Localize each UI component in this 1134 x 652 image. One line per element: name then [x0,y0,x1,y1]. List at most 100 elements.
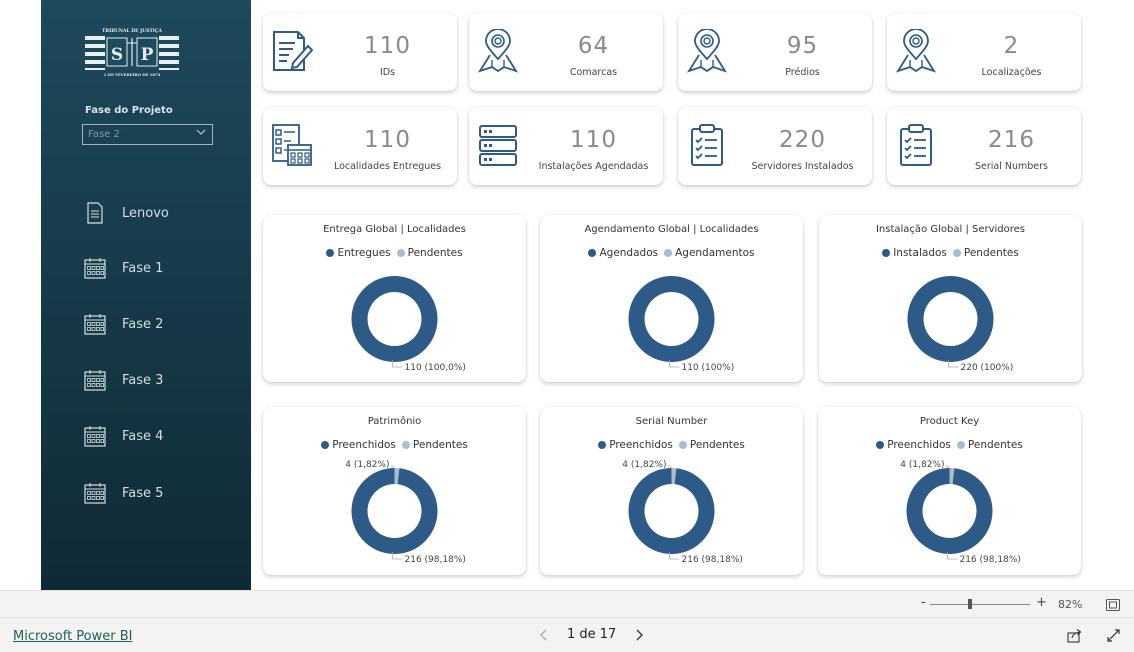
calendar-icon [83,368,107,392]
donut-chart-card[interactable]: Instalação Global | Servidores Instalado… [819,215,1082,382]
donut-slice-primary [628,276,715,362]
zoom-out-button[interactable]: - [921,595,926,610]
fit-to-page-icon[interactable] [1106,599,1120,611]
kpi-card: 110 Instalações Agendadas [469,107,663,185]
chevron-down-icon [196,129,206,135]
share-icon[interactable] [1067,628,1082,643]
zoom-slider-track[interactable] [930,604,1030,605]
page-navigator: 1 de 17 [537,627,646,642]
zoom-slider-thumb[interactable] [968,599,972,609]
kpi-card: 95 Prédios [678,13,872,91]
previous-page-icon[interactable] [537,628,551,642]
calendar-icon [83,312,107,336]
server-icon [477,123,519,167]
map-pin-icon [477,28,519,73]
form-edit-icon [271,29,314,73]
kpi-label: Localizações [981,67,1042,78]
donut-data-label-primary: 220 (100%) [961,363,1014,373]
kpi-value: 220 [779,127,826,153]
kpi-value: 216 [988,127,1035,153]
kpi-label: Serial Numbers [974,161,1048,172]
donut-data-label-secondary: 4 (1,82%) [900,460,944,470]
tjsp-logo: TRIBUNAL DE JUSTIÇA S P 1 DE FEVEREIRO D… [85,28,179,77]
svg-text:TRIBUNAL DE JUSTIÇA: TRIBUNAL DE JUSTIÇA [102,28,162,34]
phase-filter-label: Fase do Projeto [85,105,173,116]
donut-data-label-primary: 216 (98,18%) [960,555,1021,565]
svg-text:S: S [111,45,123,65]
donut-chart-card[interactable]: Patrimônio Preenchidos Pendentes 4 (1,82… [263,407,526,575]
nav-item-label: Fase 1 [122,260,164,276]
donut-slice-primary [351,468,438,554]
kpi-value: 110 [570,127,617,153]
next-page-icon[interactable] [632,628,646,642]
donut-chart-card[interactable]: Serial Number Preenchidos Pendentes 4 (1… [540,407,803,575]
nav-item-label: Lenovo [122,205,169,221]
donut-data-label-secondary: 4 (1,82%) [622,460,666,470]
donut-data-label-primary: 110 (100,0%) [405,363,466,373]
donut-chart: 110 (100%) [628,276,735,373]
donut-slice-primary [906,468,993,554]
donut-chart-card[interactable]: Entrega Global | Localidades Entregues P… [263,215,526,382]
donut-chart: 220 (100%) [907,276,1014,373]
nav-item-label: Fase 2 [122,316,164,332]
kpi-value: 110 [364,127,411,153]
zoom-in-button[interactable]: + [1036,595,1047,610]
kpi-label: Servidores Instalados [751,161,854,172]
kpi-value: 110 [364,33,411,59]
donut-data-label-secondary: 4 (1,82%) [345,460,389,470]
clipboard-icon [895,123,937,167]
calendar-icon [83,481,107,505]
kpi-card: 110 IDs [263,13,457,91]
donut-chart-card[interactable]: Agendamento Global | Localidades Agendad… [540,215,803,382]
donut-chart: 4 (1,82%) 216 (98,18%) [622,460,743,565]
nav-item-fase-3[interactable]: Fase 3 [83,366,243,394]
map-pin-icon [895,28,937,73]
donut-chart: 110 (100,0%) [351,276,466,373]
nav-item-fase-5[interactable]: Fase 5 [83,479,243,507]
donut-data-label-primary: 216 (98,18%) [682,555,743,565]
kpi-value: 95 [786,33,819,59]
document-icon [83,201,107,225]
donut-chart: 4 (1,82%) 216 (98,18%) [345,460,466,565]
donut-data-label-primary: 110 (100%) [682,363,735,373]
kpi-label: Localidades Entregues [333,161,442,172]
kpi-label: Comarcas [569,67,618,78]
donut-chart: 4 (1,82%) 216 (98,18%) [900,460,1021,565]
phase-dropdown-value: Fase 2 [88,129,120,140]
kpi-card: 216 Serial Numbers [887,107,1081,185]
power-bi-link[interactable]: Microsoft Power BI [13,629,132,644]
nav-item-lenovo[interactable]: Lenovo [83,199,243,227]
zoom-level: 82% [1058,598,1083,611]
kpi-label: IDs [379,67,396,78]
clipboard-icon [686,123,728,167]
svg-text:P: P [141,45,154,65]
sidebar: TRIBUNAL DE JUSTIÇA S P 1 DE FEVEREIRO D… [41,0,251,590]
calendar-icon [83,256,107,280]
phase-dropdown[interactable]: Fase 2 [82,124,213,145]
page-indicator: 1 de 17 [567,627,617,642]
donut-chart-card[interactable]: Product Key Preenchidos Pendentes 4 (1,8… [818,407,1081,575]
zoom-bar: - + 82% [0,590,1134,617]
map-pin-icon [686,28,728,73]
donut-slice-primary [907,276,994,362]
nav-item-fase-2[interactable]: Fase 2 [83,310,243,338]
nav-item-label: Fase 3 [122,372,164,388]
kpi-card: 2 Localizações [887,13,1081,91]
nav-item-label: Fase 4 [122,428,164,444]
donut-slice-primary [628,468,715,554]
nav-item-fase-4[interactable]: Fase 4 [83,422,243,450]
kpi-label: Prédios [785,67,820,78]
kpi-card: 64 Comarcas [469,13,663,91]
kpi-card: 220 Servidores Instalados [678,107,872,185]
svg-text:1 DE FEVEREIRO DE 1874: 1 DE FEVEREIRO DE 1874 [104,72,161,77]
donut-data-label-primary: 216 (98,18%) [405,555,466,565]
fullscreen-icon[interactable] [1107,629,1120,642]
kpi-value: 2 [1003,33,1020,59]
kpi-value: 64 [577,33,610,59]
nav-item-label: Fase 5 [122,485,164,501]
kpi-label: Instalações Agendadas [538,161,649,172]
bottom-bar: Microsoft Power BI 1 de 17 [0,617,1134,652]
report-canvas: TRIBUNAL DE JUSTIÇA S P 1 DE FEVEREIRO D… [0,0,1134,590]
donut-slice-primary [351,276,438,362]
nav-item-fase-1[interactable]: Fase 1 [83,254,243,282]
